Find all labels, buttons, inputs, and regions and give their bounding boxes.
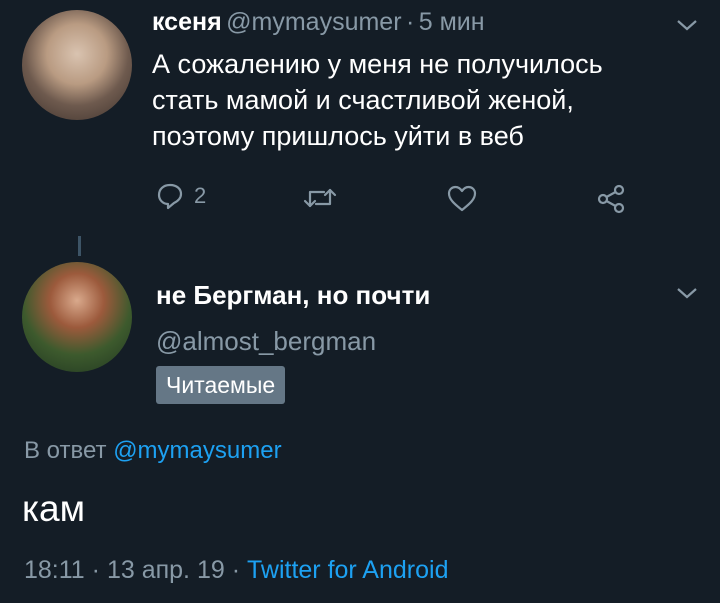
- author-name[interactable]: ксеня: [152, 8, 222, 36]
- tweet-text-line: А сожалению у меня не получилось: [152, 49, 603, 79]
- tweet-text: А сожалению у меня не получилось стать м…: [152, 46, 603, 154]
- reply-meta: 18:11 · 13 апр. 19 · Twitter for Android: [24, 556, 448, 585]
- share-icon[interactable]: [596, 184, 626, 214]
- separator: ·: [91, 556, 100, 584]
- chevron-down-icon[interactable]: [676, 286, 698, 300]
- tweet-header: ксеня @mymaysumer · 5 мин: [152, 8, 485, 37]
- chevron-down-icon[interactable]: [676, 18, 698, 32]
- separator: ·: [405, 8, 415, 36]
- in-reply-to: В ответ @mymaysumer: [24, 437, 282, 465]
- reply-author-handle[interactable]: @almost_bergman: [156, 326, 376, 357]
- thread-connector: [78, 236, 81, 256]
- in-reply-handle-link[interactable]: @mymaysumer: [113, 437, 281, 464]
- retweet-icon[interactable]: [302, 184, 338, 212]
- tweet-text-line: стать мамой и счастливой женой,: [152, 85, 574, 115]
- reply-count: 2: [194, 183, 207, 208]
- tweet-text-line: поэтому пришлось уйти в веб: [152, 121, 524, 151]
- source-link[interactable]: Twitter for Android: [247, 556, 448, 584]
- reply-action[interactable]: 2: [156, 182, 206, 210]
- time-ago: 5 мин: [418, 8, 485, 36]
- like-icon[interactable]: [446, 184, 478, 212]
- author-handle[interactable]: @mymaysumer: [226, 8, 401, 36]
- reply-icon[interactable]: [156, 182, 184, 210]
- reply-text: кам: [22, 488, 86, 529]
- in-reply-prefix: В ответ: [24, 437, 107, 464]
- separator: ·: [231, 556, 241, 584]
- reply-author-name[interactable]: не Бергман, но почти: [156, 280, 430, 311]
- reply-time: 18:11: [24, 556, 85, 584]
- reply-date: 13 апр. 19: [106, 556, 225, 584]
- follows-you-badge: Читаемые: [156, 366, 286, 404]
- avatar-ksenya[interactable]: [22, 10, 132, 120]
- avatar-almost-bergman[interactable]: [22, 262, 132, 372]
